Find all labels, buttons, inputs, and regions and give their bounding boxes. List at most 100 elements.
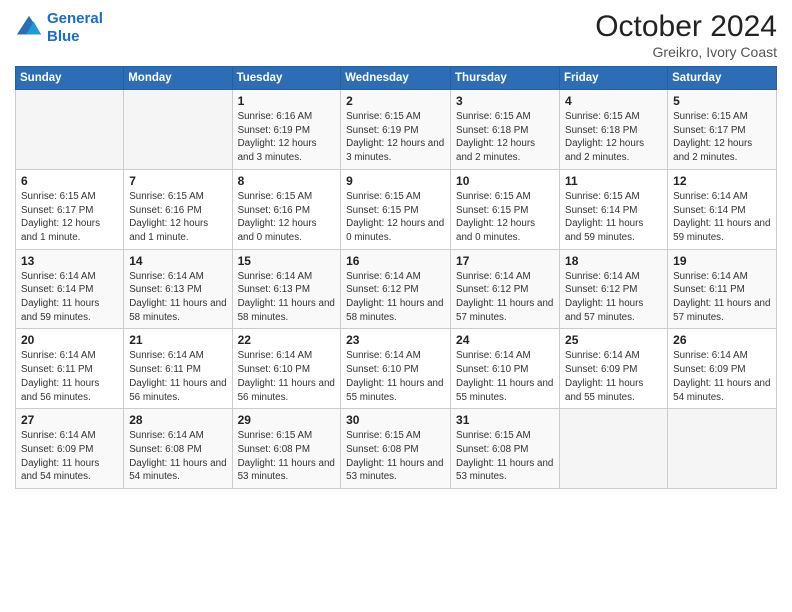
day-cell: 6Sunrise: 6:15 AM Sunset: 6:17 PM Daylig… [16, 169, 124, 249]
calendar: SundayMondayTuesdayWednesdayThursdayFrid… [15, 66, 777, 489]
day-cell: 23 Sunrise: 6:14 AM Sunset: 6:10 PM Dayli… [341, 329, 451, 409]
week-row-1: 1 Sunrise: 6:16 AM Sunset: 6:19 PM Daylig… [16, 90, 777, 170]
day-number: 30 [346, 413, 445, 427]
day-info: Sunrise: 6:14 AM Sunset: 6:14 PM Dayligh… [673, 190, 771, 245]
day-cell: 13 Sunrise: 6:14 AM Sunset: 6:14 PM Dayli… [16, 249, 124, 329]
day-info: Sunrise: 6:16 AM Sunset: 6:19 PM Dayligh… [238, 110, 336, 165]
calendar-body: 1 Sunrise: 6:16 AM Sunset: 6:19 PM Daylig… [16, 90, 777, 489]
day-number: 2 [346, 94, 445, 108]
day-info: Sunrise: 6:15 AM Sunset: 6:16 PM Dayligh… [238, 190, 336, 245]
day-number: 10 [456, 174, 554, 188]
day-cell: 16 Sunrise: 6:14 AM Sunset: 6:12 PM Dayli… [341, 249, 451, 329]
day-cell: 4Sunrise: 6:15 AM Sunset: 6:18 PM Daylig… [560, 90, 668, 170]
day-number: 8 [238, 174, 336, 188]
day-info: Sunrise: 6:14 AM Sunset: 6:12 PM Dayligh… [565, 270, 662, 325]
day-number: 23 [346, 333, 445, 347]
day-cell: 27 Sunrise: 6:14 AM Sunset: 6:09 PM Dayli… [16, 409, 124, 489]
day-cell: 22 Sunrise: 6:14 AM Sunset: 6:10 PM Dayli… [232, 329, 341, 409]
day-cell: 28Sunrise: 6:14 AM Sunset: 6:08 PM Dayli… [124, 409, 232, 489]
day-info: Sunrise: 6:15 AM Sunset: 6:15 PM Dayligh… [346, 190, 445, 245]
week-row-4: 20 Sunrise: 6:14 AM Sunset: 6:11 PM Dayli… [16, 329, 777, 409]
day-cell: 2 Sunrise: 6:15 AM Sunset: 6:19 PM Daylig… [341, 90, 451, 170]
day-number: 20 [21, 333, 118, 347]
day-info: Sunrise: 6:14 AM Sunset: 6:10 PM Dayligh… [238, 349, 336, 404]
day-info: Sunrise: 6:15 AM Sunset: 6:08 PM Dayligh… [346, 429, 445, 484]
week-row-3: 13 Sunrise: 6:14 AM Sunset: 6:14 PM Dayli… [16, 249, 777, 329]
day-info: Sunrise: 6:15 AM Sunset: 6:17 PM Dayligh… [673, 110, 771, 165]
logo-icon [15, 14, 43, 42]
day-cell: 3Sunrise: 6:15 AM Sunset: 6:18 PM Daylig… [451, 90, 560, 170]
header-cell-thursday: Thursday [451, 67, 560, 90]
day-cell [16, 90, 124, 170]
day-info: Sunrise: 6:15 AM Sunset: 6:19 PM Dayligh… [346, 110, 445, 165]
calendar-header: SundayMondayTuesdayWednesdayThursdayFrid… [16, 67, 777, 90]
day-info: Sunrise: 6:15 AM Sunset: 6:17 PM Dayligh… [21, 190, 118, 245]
day-cell: 18 Sunrise: 6:14 AM Sunset: 6:12 PM Dayli… [560, 249, 668, 329]
day-cell: 30 Sunrise: 6:15 AM Sunset: 6:08 PM Dayli… [341, 409, 451, 489]
day-cell: 31Sunrise: 6:15 AM Sunset: 6:08 PM Dayli… [451, 409, 560, 489]
day-number: 19 [673, 254, 771, 268]
day-number: 14 [129, 254, 226, 268]
day-number: 3 [456, 94, 554, 108]
day-info: Sunrise: 6:14 AM Sunset: 6:13 PM Dayligh… [238, 270, 336, 325]
logo-text: General Blue [47, 10, 103, 46]
day-number: 11 [565, 174, 662, 188]
day-info: Sunrise: 6:15 AM Sunset: 6:16 PM Dayligh… [129, 190, 226, 245]
page: General Blue October 2024 Greikro, Ivory… [0, 0, 792, 612]
day-cell: 15 Sunrise: 6:14 AM Sunset: 6:13 PM Dayli… [232, 249, 341, 329]
day-number: 16 [346, 254, 445, 268]
day-cell: 29Sunrise: 6:15 AM Sunset: 6:08 PM Dayli… [232, 409, 341, 489]
header: General Blue October 2024 Greikro, Ivory… [15, 10, 777, 60]
day-number: 7 [129, 174, 226, 188]
day-cell: 14 Sunrise: 6:14 AM Sunset: 6:13 PM Dayli… [124, 249, 232, 329]
header-cell-tuesday: Tuesday [232, 67, 341, 90]
day-info: Sunrise: 6:14 AM Sunset: 6:09 PM Dayligh… [21, 429, 118, 484]
day-number: 12 [673, 174, 771, 188]
day-cell [560, 409, 668, 489]
day-cell: 17 Sunrise: 6:14 AM Sunset: 6:12 PM Dayli… [451, 249, 560, 329]
day-cell: 20Sunrise: 6:14 AM Sunset: 6:11 PM Dayli… [16, 329, 124, 409]
day-number: 13 [21, 254, 118, 268]
day-info: Sunrise: 6:14 AM Sunset: 6:13 PM Dayligh… [129, 270, 226, 325]
day-info: Sunrise: 6:14 AM Sunset: 6:11 PM Dayligh… [673, 270, 771, 325]
day-cell: 7 Sunrise: 6:15 AM Sunset: 6:16 PM Daylig… [124, 169, 232, 249]
header-cell-sunday: Sunday [16, 67, 124, 90]
day-info: Sunrise: 6:15 AM Sunset: 6:14 PM Dayligh… [565, 190, 662, 245]
day-cell: 5 Sunrise: 6:15 AM Sunset: 6:17 PM Daylig… [668, 90, 777, 170]
day-info: Sunrise: 6:14 AM Sunset: 6:14 PM Dayligh… [21, 270, 118, 325]
day-number: 24 [456, 333, 554, 347]
day-cell: 8 Sunrise: 6:15 AM Sunset: 6:16 PM Daylig… [232, 169, 341, 249]
day-info: Sunrise: 6:14 AM Sunset: 6:12 PM Dayligh… [346, 270, 445, 325]
week-row-5: 27 Sunrise: 6:14 AM Sunset: 6:09 PM Dayli… [16, 409, 777, 489]
day-number: 18 [565, 254, 662, 268]
header-cell-saturday: Saturday [668, 67, 777, 90]
title-block: October 2024 Greikro, Ivory Coast [595, 10, 777, 60]
day-number: 29 [238, 413, 336, 427]
day-info: Sunrise: 6:14 AM Sunset: 6:12 PM Dayligh… [456, 270, 554, 325]
logo-line2: Blue [47, 28, 80, 45]
day-cell: 19 Sunrise: 6:14 AM Sunset: 6:11 PM Dayli… [668, 249, 777, 329]
day-number: 1 [238, 94, 336, 108]
day-cell: 10 Sunrise: 6:15 AM Sunset: 6:15 PM Dayli… [451, 169, 560, 249]
day-cell: 26Sunrise: 6:14 AM Sunset: 6:09 PM Dayli… [668, 329, 777, 409]
day-info: Sunrise: 6:14 AM Sunset: 6:11 PM Dayligh… [129, 349, 226, 404]
day-info: Sunrise: 6:14 AM Sunset: 6:09 PM Dayligh… [565, 349, 662, 404]
day-number: 5 [673, 94, 771, 108]
day-number: 28 [129, 413, 226, 427]
day-info: Sunrise: 6:15 AM Sunset: 6:08 PM Dayligh… [456, 429, 554, 484]
day-info: Sunrise: 6:14 AM Sunset: 6:10 PM Dayligh… [456, 349, 554, 404]
day-info: Sunrise: 6:15 AM Sunset: 6:18 PM Dayligh… [565, 110, 662, 165]
day-info: Sunrise: 6:15 AM Sunset: 6:15 PM Dayligh… [456, 190, 554, 245]
day-number: 9 [346, 174, 445, 188]
header-cell-wednesday: Wednesday [341, 67, 451, 90]
day-info: Sunrise: 6:14 AM Sunset: 6:10 PM Dayligh… [346, 349, 445, 404]
day-info: Sunrise: 6:14 AM Sunset: 6:09 PM Dayligh… [673, 349, 771, 404]
day-number: 15 [238, 254, 336, 268]
day-cell: 12 Sunrise: 6:14 AM Sunset: 6:14 PM Dayli… [668, 169, 777, 249]
day-number: 22 [238, 333, 336, 347]
day-cell: 24 Sunrise: 6:14 AM Sunset: 6:10 PM Dayli… [451, 329, 560, 409]
day-cell: 21Sunrise: 6:14 AM Sunset: 6:11 PM Dayli… [124, 329, 232, 409]
day-number: 27 [21, 413, 118, 427]
day-number: 17 [456, 254, 554, 268]
title-month: October 2024 [595, 10, 777, 44]
